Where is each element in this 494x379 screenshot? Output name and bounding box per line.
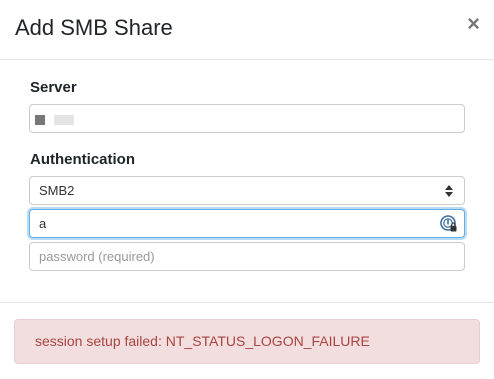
divider <box>0 302 494 303</box>
username-value: a <box>39 216 47 231</box>
username-input[interactable]: a <box>29 209 465 238</box>
redacted-text <box>54 115 74 125</box>
error-message: session setup failed: NT_STATUS_LOGON_FA… <box>35 333 370 349</box>
server-label: Server <box>30 79 77 96</box>
password-input[interactable]: password (required) <box>29 242 465 271</box>
chevron-updown-icon <box>445 185 453 197</box>
close-icon[interactable]: × <box>467 12 480 36</box>
add-smb-share-dialog: Add SMB Share × Server Authentication SM… <box>0 0 494 379</box>
dialog-header: Add SMB Share × <box>0 0 494 60</box>
authentication-label: Authentication <box>30 151 135 168</box>
dialog-title: Add SMB Share <box>15 15 173 40</box>
server-input[interactable] <box>29 104 465 133</box>
protocol-select[interactable]: SMB2 <box>29 176 465 205</box>
error-alert: session setup failed: NT_STATUS_LOGON_FA… <box>14 319 480 364</box>
protocol-select-value: SMB2 <box>39 183 75 198</box>
password-manager-icon[interactable] <box>440 215 458 233</box>
redacted-text <box>35 115 45 125</box>
password-placeholder: password (required) <box>39 249 155 264</box>
